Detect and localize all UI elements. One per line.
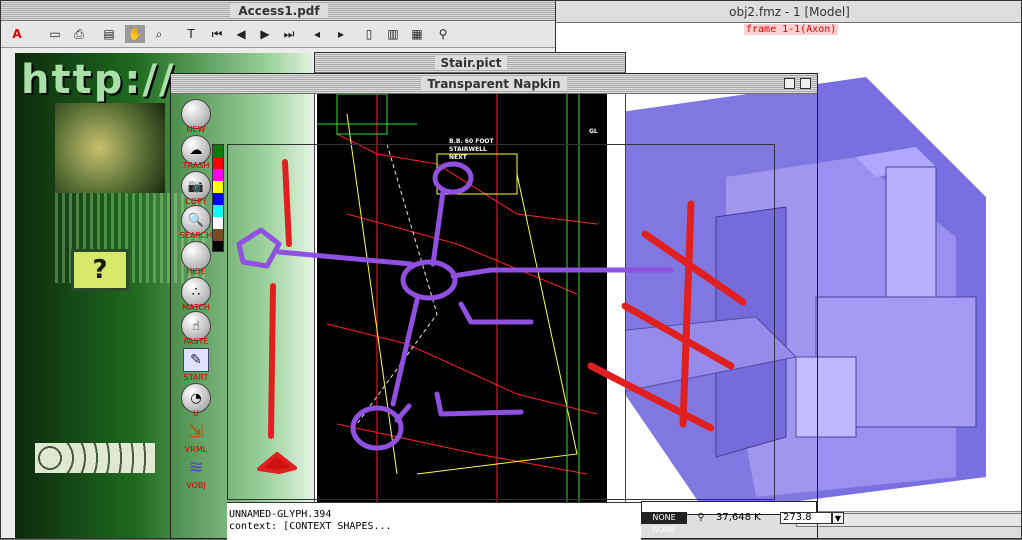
portrait-image: [55, 103, 165, 193]
mode-left: NONE: [652, 513, 676, 522]
facing-icon[interactable]: ▦: [407, 25, 427, 43]
status-glyph: UNNAMED-GLYPH.394: [229, 509, 332, 520]
first-page-icon[interactable]: ⏮: [207, 25, 227, 43]
clock-row: [35, 443, 155, 473]
frame-label: frame 1-1(Axon): [744, 24, 839, 35]
acrobat-icon[interactable]: A: [7, 25, 27, 43]
mode-indicator[interactable]: NONE NONE: [641, 512, 687, 534]
page-icon[interactable]: ▤: [99, 25, 119, 43]
coord-icon: ⚲: [697, 512, 705, 523]
continuous-icon[interactable]: ▥: [383, 25, 403, 43]
last-page-icon[interactable]: ⏭: [279, 25, 299, 43]
zoom-value: 273.8: [783, 512, 812, 523]
prev-page-icon[interactable]: ◀: [231, 25, 251, 43]
text-select-icon[interactable]: T: [181, 25, 201, 43]
coordinate-readout: 37,648 K: [716, 512, 761, 523]
status-context: context: [CONTEXT SHAPES...: [229, 521, 392, 532]
model-title-bar[interactable]: obj2.fmz - 1 [Model]: [556, 1, 1021, 23]
pdf-toolbar: A ▭ ⎙ ▤ ✋ ⌕ T ⏮ ◀ ▶ ⏭ ◂ ▸ ▯ ▥ ▦ ⚲: [1, 22, 555, 48]
zoom-field[interactable]: 273.8: [780, 512, 832, 524]
sketch-strokes: [236, 159, 747, 474]
hand-icon[interactable]: ✋: [125, 25, 145, 43]
print-icon[interactable]: ⎙: [69, 25, 89, 43]
zoom-dropdown-icon[interactable]: ▼: [832, 512, 844, 524]
mode-right: NONE: [652, 525, 676, 534]
stair-title-bar[interactable]: Stair.pict: [315, 53, 625, 73]
open-icon[interactable]: ▭: [45, 25, 65, 43]
computer-image: ?: [71, 249, 129, 291]
go-back-icon[interactable]: ◂: [307, 25, 327, 43]
pdf-banner: http://: [21, 57, 176, 103]
next-page-icon[interactable]: ▶: [255, 25, 275, 43]
stair-title: Stair.pict: [434, 56, 508, 70]
napkin-window: Transparent Napkin NEW ☁ TRASH 📷 COPY 🔍 SEA…: [170, 73, 818, 540]
go-forward-icon[interactable]: ▸: [331, 25, 351, 43]
pdf-title: Access1.pdf: [230, 4, 328, 18]
find-icon[interactable]: ⚲: [433, 25, 453, 43]
single-page-icon[interactable]: ▯: [359, 25, 379, 43]
zoom-icon[interactable]: ⌕: [149, 25, 169, 43]
pdf-title-bar[interactable]: Access1.pdf: [1, 1, 555, 21]
model-title: obj2.fmz - 1 [Model]: [729, 5, 850, 19]
napkin-status-area: UNNAMED-GLYPH.394 context: [CONTEXT SHAP…: [227, 502, 641, 540]
